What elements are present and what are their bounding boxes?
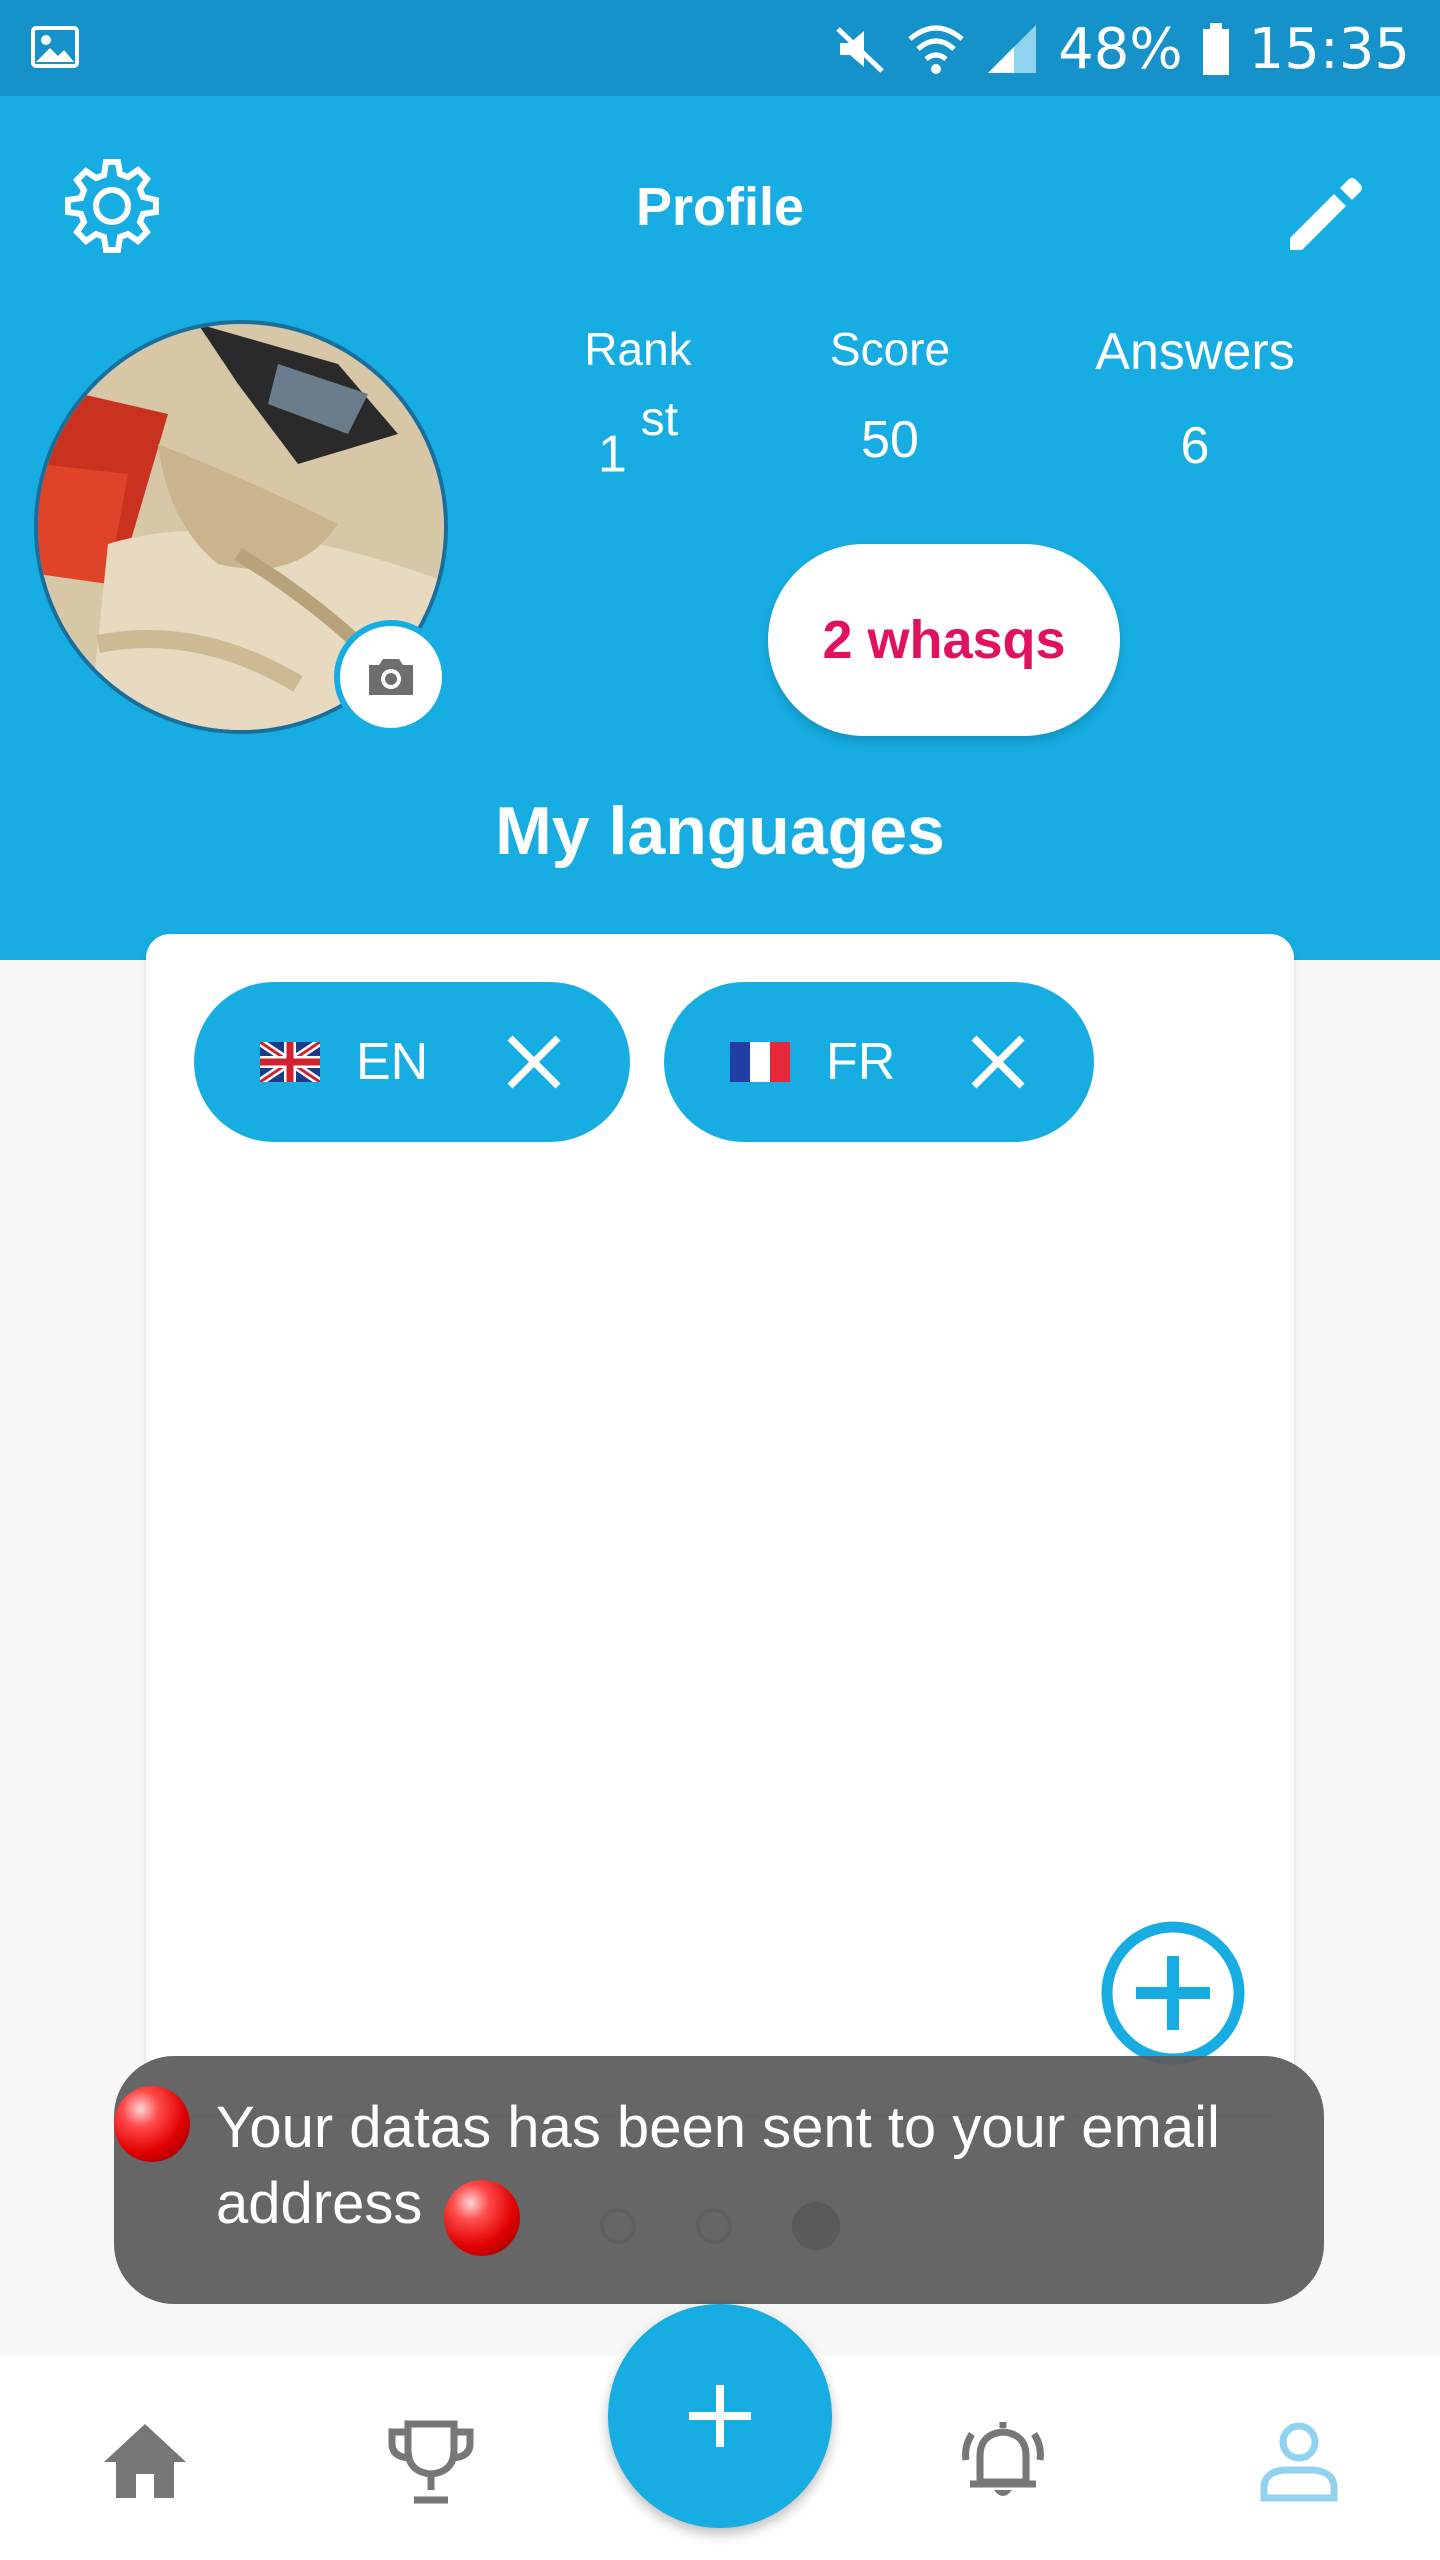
gallery-notification-icon bbox=[31, 26, 79, 68]
language-code: EN bbox=[356, 1033, 429, 1091]
add-language-icon[interactable] bbox=[1100, 1920, 1246, 2066]
rank-number: 1 bbox=[597, 425, 627, 484]
toast-message: Your datas has been sent to your email a… bbox=[114, 2056, 1324, 2304]
edit-pencil-icon[interactable] bbox=[1284, 172, 1368, 256]
language-chip-en[interactable]: EN bbox=[194, 982, 630, 1142]
languages-title: My languages bbox=[495, 793, 945, 869]
whasqs-button[interactable]: 2 whasqs bbox=[768, 544, 1120, 736]
languages-card: EN FR bbox=[146, 934, 1294, 2114]
plus-icon bbox=[689, 2385, 751, 2447]
clock: 15:35 bbox=[1248, 16, 1410, 82]
status-bar: 48% 15:35 bbox=[0, 0, 1440, 96]
profile-header: Profile Rank 1st Score 50 Answers 6 2 wh… bbox=[0, 96, 1440, 960]
rank-stat: Rank 1st bbox=[548, 322, 728, 484]
add-question-button[interactable] bbox=[608, 2304, 832, 2528]
change-photo-button[interactable] bbox=[334, 620, 448, 734]
score-label: Score bbox=[829, 323, 951, 375]
france-flag-icon bbox=[730, 1042, 790, 1082]
bell-icon[interactable] bbox=[958, 2416, 1048, 2506]
rank-value: 1st bbox=[548, 393, 728, 484]
answers-label: Answers bbox=[1095, 323, 1295, 381]
remove-language-icon[interactable] bbox=[504, 1032, 564, 1092]
remove-language-icon[interactable] bbox=[968, 1032, 1028, 1092]
language-chip-fr[interactable]: FR bbox=[664, 982, 1094, 1142]
camera-icon bbox=[369, 659, 413, 695]
uk-flag-icon bbox=[260, 1042, 320, 1082]
battery-percent: 48% bbox=[1058, 16, 1183, 82]
score-stat: Score 50 bbox=[800, 322, 980, 470]
answers-stat: Answers 6 bbox=[1070, 322, 1320, 476]
mute-icon bbox=[836, 27, 884, 73]
toast-text: Your datas has been sent to your email a… bbox=[216, 2095, 1220, 2236]
score-value: 50 bbox=[861, 411, 919, 469]
profile-icon[interactable] bbox=[1254, 2416, 1344, 2506]
home-icon[interactable] bbox=[100, 2416, 190, 2506]
answers-value: 6 bbox=[1180, 417, 1210, 475]
page-title: Profile bbox=[635, 177, 805, 237]
trophy-icon[interactable] bbox=[386, 2416, 476, 2506]
language-code: FR bbox=[826, 1033, 896, 1091]
rank-label: Rank bbox=[584, 323, 692, 375]
red-ball-icon bbox=[444, 2180, 520, 2256]
signal-icon bbox=[988, 25, 1037, 73]
wifi-icon bbox=[908, 25, 964, 74]
red-ball-icon bbox=[114, 2086, 190, 2162]
rank-suffix: st bbox=[640, 393, 679, 446]
battery-icon bbox=[1202, 23, 1229, 75]
avatar-container[interactable] bbox=[34, 320, 448, 734]
